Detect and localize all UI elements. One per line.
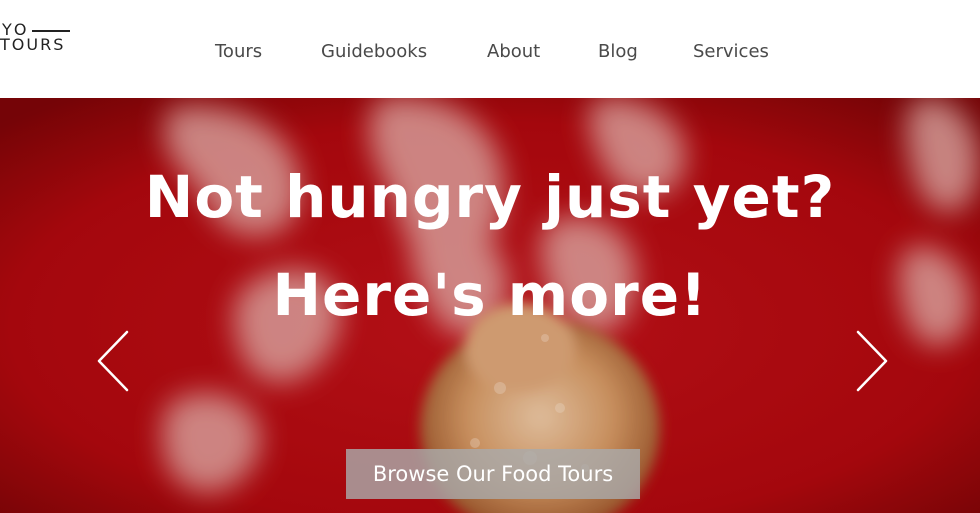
hero-title-line-2: Here's more! bbox=[272, 261, 708, 329]
nav-item-blog[interactable]: Blog bbox=[598, 41, 638, 62]
hero-title: Not hungry just yet? Here's more! bbox=[0, 148, 980, 344]
site-header: YO TOURS Tours Guidebooks About Blog Ser… bbox=[0, 0, 980, 98]
chevron-left-icon[interactable] bbox=[96, 330, 130, 392]
main-nav: Tours Guidebooks About Blog Services bbox=[0, 41, 980, 65]
chevron-right-icon[interactable] bbox=[855, 330, 889, 392]
hero-title-line-1: Not hungry just yet? bbox=[144, 163, 836, 231]
logo-dash bbox=[32, 30, 70, 32]
nav-item-about[interactable]: About bbox=[487, 41, 540, 62]
nav-item-guidebooks[interactable]: Guidebooks bbox=[321, 41, 427, 62]
nav-item-services[interactable]: Services bbox=[693, 41, 769, 62]
nav-item-tours[interactable]: Tours bbox=[215, 41, 262, 62]
browse-food-tours-button[interactable]: Browse Our Food Tours bbox=[346, 449, 640, 499]
